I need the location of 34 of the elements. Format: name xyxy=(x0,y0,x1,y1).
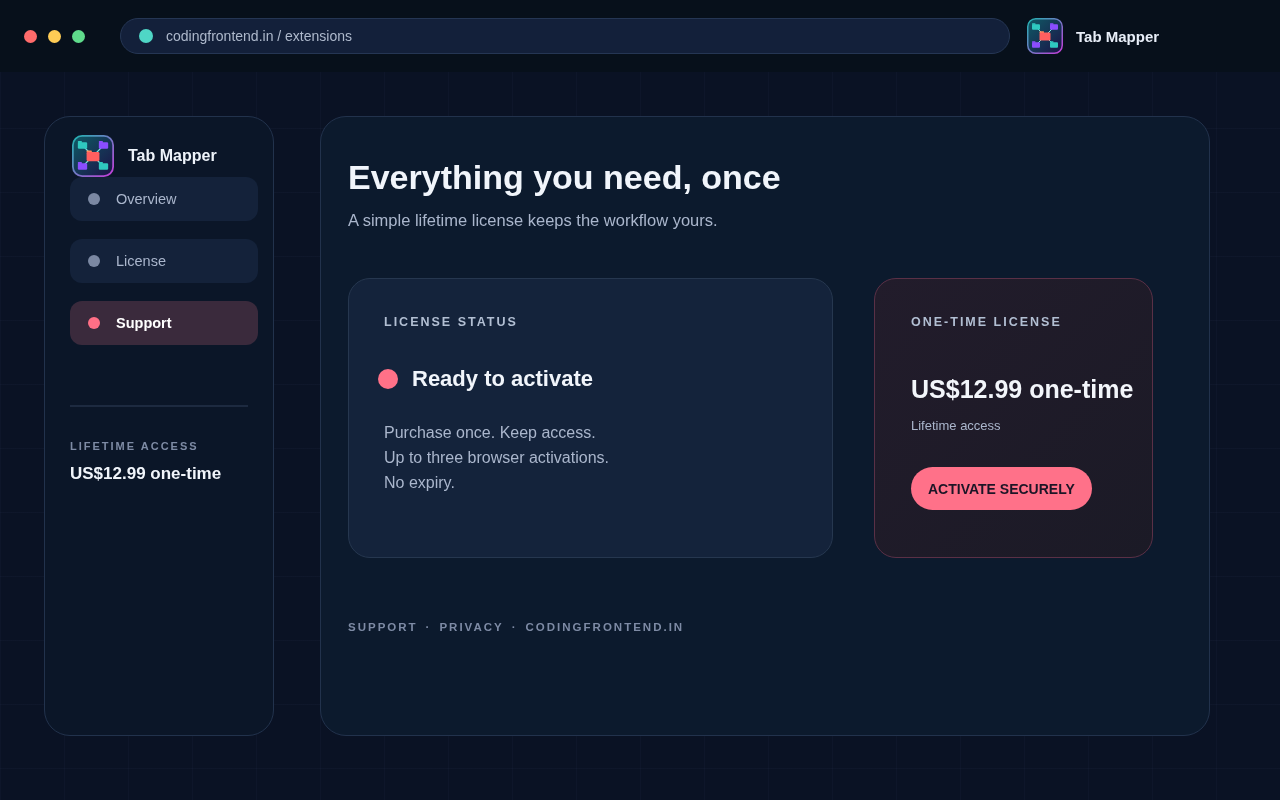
separator-text: · xyxy=(425,620,432,634)
price-text: US$12.99 one-time xyxy=(911,374,1135,404)
address-field[interactable]: codingfrontend.in / extensions xyxy=(120,18,1010,54)
app-title: Tab Mapper xyxy=(1076,27,1160,45)
nav-dot-icon xyxy=(88,255,100,267)
feature-text: Up to three browser activations. xyxy=(384,448,610,468)
sidebar-title: Tab Mapper xyxy=(128,147,217,165)
price-note: Lifetime access xyxy=(911,417,1002,435)
status-text: Ready to activate xyxy=(412,366,593,392)
nav-dot-icon xyxy=(88,317,100,329)
status-dot-icon xyxy=(378,369,398,389)
feature-text: Purchase once. Keep access. xyxy=(384,423,597,443)
folder-network-icon xyxy=(72,135,114,177)
card-label: ONE-TIME LICENSE xyxy=(911,314,1063,330)
nav-item[interactable]: License xyxy=(70,239,258,283)
activate-button[interactable]: ACTIVATE SECURELY xyxy=(911,467,1092,510)
traffic-light-icon[interactable] xyxy=(72,29,85,43)
price-label: LIFETIME ACCESS xyxy=(70,439,200,453)
nav-dot-icon xyxy=(88,193,100,205)
card-label: LICENSE STATUS xyxy=(384,314,519,330)
footer-link[interactable]: SUPPORT xyxy=(348,620,418,634)
nav-item[interactable]: Support xyxy=(70,301,258,345)
footer-link[interactable]: CODINGFRONTEND.IN xyxy=(525,620,685,634)
status-dot-icon xyxy=(139,29,153,43)
traffic-light-icon[interactable] xyxy=(48,29,61,43)
page-heading: Everything you need, once xyxy=(348,157,782,197)
price-text: US$12.99 one-time xyxy=(70,463,223,485)
folder-network-icon xyxy=(1027,18,1063,54)
footer-link[interactable]: PRIVACY xyxy=(439,620,504,634)
traffic-light-icon[interactable] xyxy=(24,29,37,43)
page-subtitle: A simple lifetime license keeps the workflow yours. xyxy=(348,210,719,230)
separator-text: · xyxy=(511,620,518,634)
nav-item[interactable]: Overview xyxy=(70,177,258,221)
feature-text: No expiry. xyxy=(384,473,456,493)
